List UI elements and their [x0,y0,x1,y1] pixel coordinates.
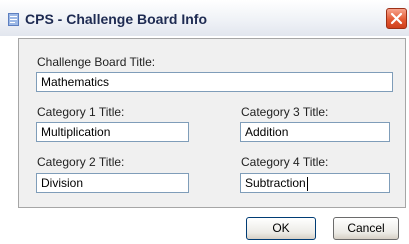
category3-input[interactable]: Addition [240,122,390,142]
board-title-input[interactable]: Mathematics [36,72,393,92]
board-title-label: Challenge Board Title: [37,55,156,69]
close-icon [390,12,403,25]
ok-button[interactable]: OK [246,217,316,240]
title-bar[interactable]: CPS - Challenge Board Info [0,0,409,36]
cancel-button[interactable]: Cancel [333,217,399,240]
window-title: CPS - Challenge Board Info [25,11,208,27]
category4-input[interactable]: Subtraction [240,173,390,193]
close-button[interactable] [386,8,407,29]
category1-input[interactable]: Multiplication [36,122,189,142]
dialog-window: CPS - Challenge Board Info Challenge Boa… [0,0,409,244]
category1-label: Category 1 Title: [37,105,125,119]
category4-label: Category 4 Title: [241,155,329,169]
category2-label: Category 2 Title: [37,155,125,169]
category4-value: Subtraction [245,176,306,190]
category3-label: Category 3 Title: [241,105,329,119]
form-panel: Challenge Board Title: Mathematics Categ… [18,38,406,208]
text-caret [306,176,308,191]
app-icon [8,13,19,26]
category2-input[interactable]: Division [36,173,189,193]
